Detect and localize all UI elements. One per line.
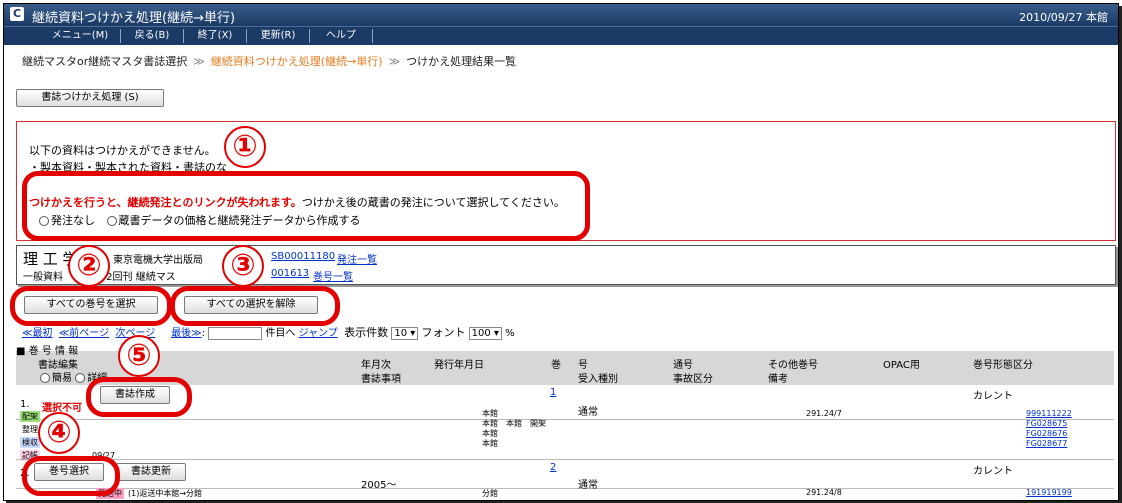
- barcode-link[interactable]: FG028676: [1026, 429, 1067, 438]
- col-shoshi: 書誌事項: [361, 374, 401, 385]
- annotation-number: ②: [68, 245, 110, 287]
- location: 本館: [482, 429, 498, 438]
- breadcrumb: 継続マスタor継続マスタ書誌選択 ≫ 継続資料つけかえ処理(継続→単行) ≫ つけかえ処…: [22, 53, 516, 69]
- bib-transfer-button[interactable]: 書誌つけかえ処理 (S): [16, 89, 164, 107]
- location: 本館: [482, 439, 498, 448]
- menu-item-exit[interactable]: 終了(X): [184, 29, 247, 43]
- window-title: 継続資料つけかえ処理(継続→単行): [32, 11, 236, 26]
- menu-item-menu[interactable]: メニュー(M): [40, 29, 121, 43]
- call-number: 291.24/8: [806, 488, 842, 497]
- page-suffix: 件目へ: [265, 328, 296, 339]
- barcode-link[interactable]: 191919199: [1026, 488, 1072, 497]
- col-go: 号: [578, 360, 588, 371]
- serial-id-link[interactable]: SB00011180: [271, 251, 335, 262]
- order-list-link[interactable]: 発注一覧: [337, 251, 377, 266]
- annotation-oval: [170, 286, 340, 326]
- annotation-oval: [10, 286, 172, 326]
- first-page-link[interactable]: ≪最初: [22, 328, 52, 339]
- serial-info-box: 理 工 学 東京電機大学出版局 SB00011180 発注一覧 一般資料 行中 …: [16, 245, 1116, 285]
- route-text: (1)返送中本館→分館: [128, 489, 203, 498]
- breadcrumb-separator: ≫: [193, 55, 205, 68]
- font-label: フォント: [421, 326, 466, 339]
- font-value: 100: [471, 328, 491, 339]
- col-opac: OPAC用: [883, 360, 920, 371]
- count-label: 表示件数: [344, 326, 389, 339]
- row-keitai: カレント: [973, 466, 1013, 477]
- app-window: C 継続資料つけかえ処理(継続→単行) 2010/09/27 本館 メニュー(M…: [3, 3, 1119, 501]
- holding-locations: 本館 本館 本館 開架 本館 本館: [482, 409, 546, 449]
- barcode-link[interactable]: FG028677: [1026, 439, 1067, 448]
- count-value: 10: [394, 328, 408, 339]
- master-id-link[interactable]: 001613: [271, 268, 309, 279]
- holdings-block: 配架 整理 検収 記帳 09/27 本館 本館 本館 開架 本館 本館 291.2…: [16, 409, 1114, 461]
- location: 分館: [482, 489, 498, 498]
- location: 本館 本館 開架: [482, 419, 546, 428]
- menu-item-help[interactable]: ヘルプ: [310, 29, 373, 43]
- chevron-down-icon: ▾: [407, 328, 416, 339]
- row-kan: 1: [550, 387, 556, 398]
- annotation-oval: [86, 377, 192, 417]
- col-kan: 巻: [551, 360, 561, 371]
- annotation-number: ⑤: [118, 335, 160, 377]
- date-info: 2010/09/27 本館: [1019, 11, 1108, 24]
- radio-detail[interactable]: [75, 373, 86, 383]
- update-bib-button[interactable]: 書誌更新: [116, 463, 186, 481]
- location: 本館: [482, 409, 498, 418]
- col-nengetsu: 年月次: [361, 360, 391, 371]
- barcode-link[interactable]: 999111222: [1026, 409, 1072, 418]
- menu-item-back[interactable]: 戻る(B): [121, 29, 184, 43]
- publisher: 東京電機大学出版局: [113, 255, 203, 266]
- font-select[interactable]: 100 ▾: [468, 327, 502, 340]
- status-badge: 配架: [20, 411, 40, 422]
- pagination: ≪最初 ≪前ページ 次ページ 最後≫: 件目へ ジャンプ 表示件数 10 ▾ フ…: [22, 326, 515, 340]
- section-title: ■ 巻 号 情 報: [16, 346, 79, 357]
- page-number-input[interactable]: [208, 326, 263, 340]
- radio-simple-label: 簡易: [52, 373, 72, 384]
- col-jiko: 事故区分: [673, 374, 713, 385]
- annotation-oval: [22, 456, 120, 496]
- col-keitai: 巻号形態区分: [973, 360, 1033, 371]
- barcode-link[interactable]: FG028675: [1026, 419, 1067, 428]
- prev-page-link[interactable]: ≪前ページ: [59, 328, 109, 339]
- breadcrumb-step-3: つけかえ処理結果一覧: [406, 55, 517, 68]
- col-tsugo: 通号: [673, 360, 693, 371]
- col-biko: 備考: [768, 374, 788, 385]
- annotation-number: ④: [38, 412, 80, 454]
- status-badge: 整理: [22, 425, 38, 434]
- col-hakko: 発行年月日: [434, 360, 484, 371]
- annotation-number: ③: [222, 245, 264, 287]
- breadcrumb-step-1[interactable]: 継続マスタor継続マスタ書誌選択: [22, 55, 187, 68]
- status-badge: 検収: [20, 437, 40, 448]
- title-bar: C 継続資料つけかえ処理(継続→単行) 2010/09/27 本館: [4, 4, 1118, 26]
- notice-line-1: 以下の資料はつけかえができません。: [29, 144, 216, 157]
- col-sonota: その他巻号: [768, 360, 818, 371]
- annotation-oval: [22, 171, 590, 241]
- count-select[interactable]: 10 ▾: [391, 327, 419, 340]
- radio-simple[interactable]: [40, 373, 50, 383]
- app-icon: C: [10, 7, 24, 21]
- breadcrumb-separator: ≫: [388, 55, 401, 68]
- chevron-down-icon: ▾: [490, 328, 499, 339]
- percent-sign: %: [505, 328, 515, 339]
- annotation-number: ①: [224, 126, 266, 168]
- last-page-link[interactable]: 最後≫: [171, 328, 201, 339]
- kan-link[interactable]: 1: [550, 387, 556, 398]
- holding-row-2: 発送中 (1)返送中本館→分館 分館 291.24/8 191919199: [16, 488, 1114, 500]
- menu-item-refresh[interactable]: 更新(R): [247, 29, 310, 43]
- jump-link[interactable]: ジャンプ: [299, 328, 338, 339]
- menu-bar: メニュー(M) 戻る(B) 終了(X) 更新(R) ヘルプ: [4, 26, 1118, 45]
- row-keitai: カレント: [973, 391, 1013, 402]
- col-uke: 受入種別: [578, 374, 618, 385]
- kan-link[interactable]: 2: [550, 462, 556, 473]
- breadcrumb-step-2[interactable]: 継続資料つけかえ処理(継続→単行): [211, 55, 383, 68]
- call-number: 291.24/7: [806, 409, 842, 418]
- volume-list-link[interactable]: 巻号一覧: [313, 268, 353, 283]
- barcode-links: 999111222 FG028675 FG028676 FG028677: [1026, 409, 1072, 449]
- row-kan: 2: [550, 462, 556, 473]
